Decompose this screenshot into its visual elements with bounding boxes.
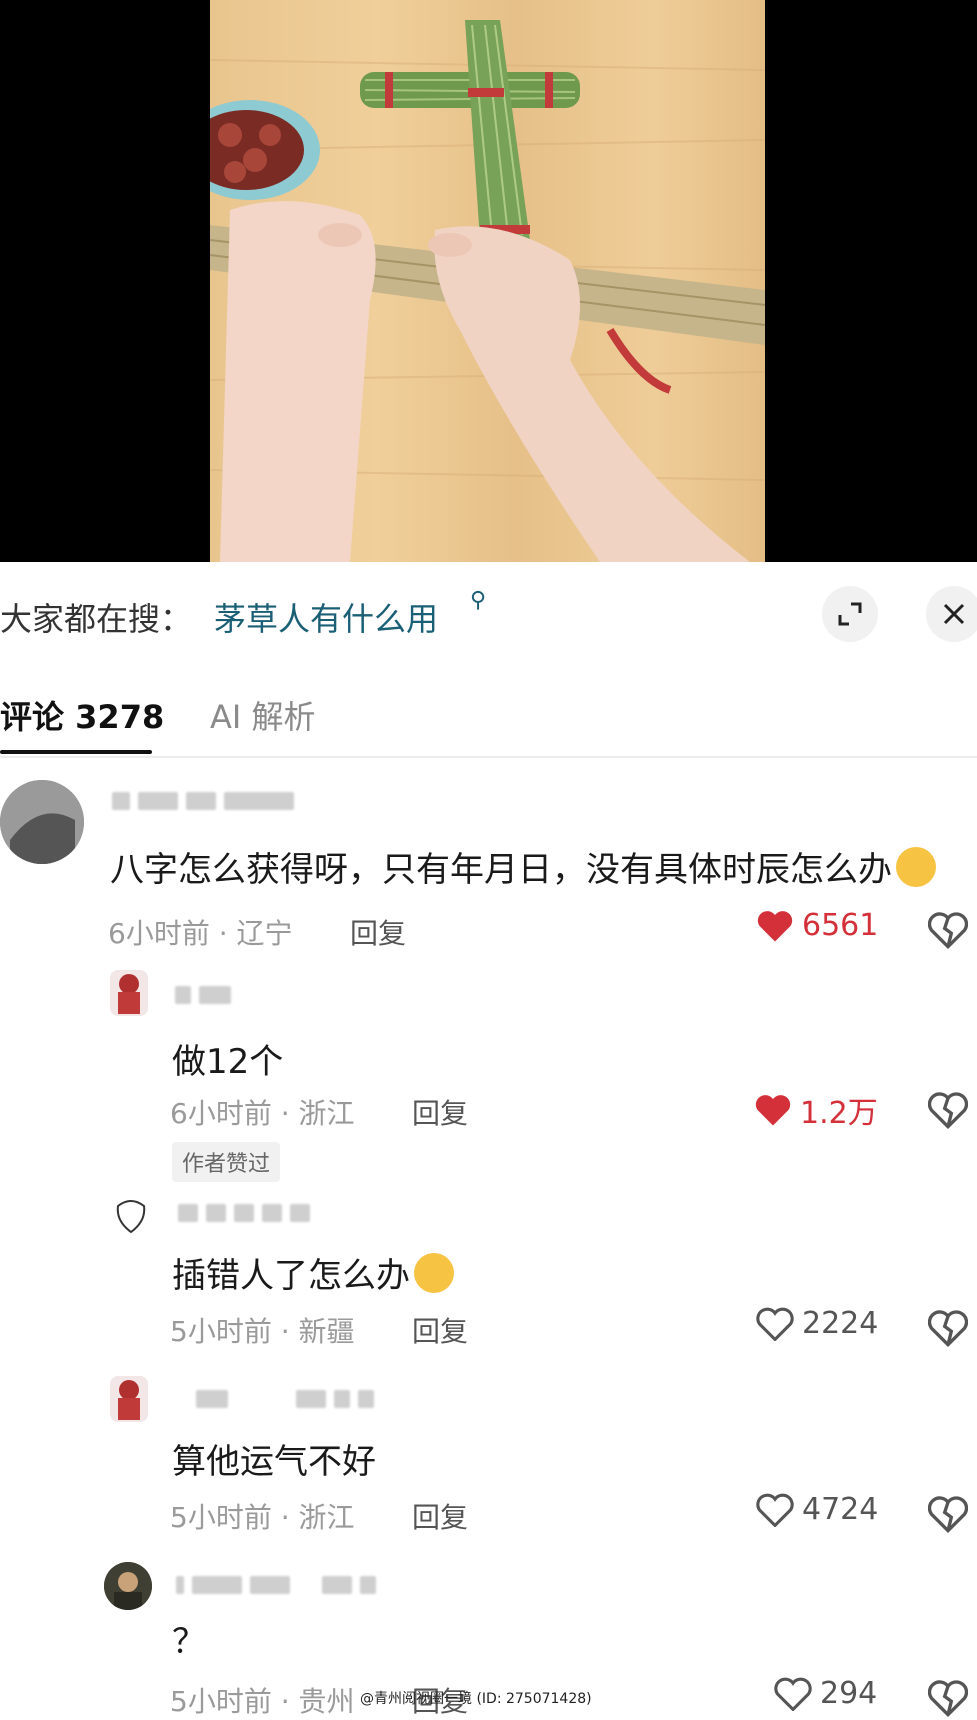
like-count: 4724 [802,1492,879,1527]
video-player[interactable] [0,0,977,562]
like-count: 294 [820,1676,878,1711]
username-redacted [178,1204,310,1226]
comment-location: 新疆 [298,1315,355,1348]
broken-heart-icon[interactable] [928,1090,968,1130]
comment-location: 浙江 [298,1097,355,1130]
broken-heart-icon[interactable] [928,910,968,950]
comment-time: 5小时前 [170,1501,272,1534]
comment-time: 6小时前 [170,1097,272,1130]
like-count: 2224 [802,1306,879,1341]
like-button[interactable]: 4724 [756,1492,878,1527]
like-button[interactable]: 294 [774,1676,877,1711]
expand-button[interactable] [822,586,878,642]
like-button[interactable]: 6561 [756,908,878,943]
comment-time: 6小时前 [108,917,210,950]
heart-outline-icon [756,1307,794,1341]
like-count: 1.2万 [800,1096,878,1131]
like-button[interactable]: 1.2万 [754,1088,878,1132]
search-suggestion-link[interactable]: 茅草人有什么用 [214,594,438,640]
rolling-laughing-icon [414,1253,454,1293]
broken-heart-icon[interactable] [928,1678,968,1718]
pleading-face-icon [896,847,936,887]
comment-text: 做12个 [172,1042,284,1082]
comment-text: 八字怎么获得呀，只有年月日，没有具体时辰怎么办 [110,842,936,891]
reply-button[interactable]: 回复 [350,912,406,952]
comment-meta: 6小时前 · 浙江 [170,1097,355,1130]
tab-comments[interactable]: 评论 3278 [0,692,164,738]
comment-location: 浙江 [298,1501,355,1534]
avatar[interactable] [110,970,148,1016]
active-tab-indicator [0,750,152,754]
comment-time: 5小时前 [170,1315,272,1348]
comment-meta: 6小时前 · 辽宁 [108,917,293,950]
avatar[interactable] [104,1562,152,1610]
comment-meta: 5小时前 · 贵州 [170,1685,355,1718]
search-suggestion-bar: 大家都在搜： 茅草人有什么用 ⚲ [0,562,977,666]
search-suggestion-prefix: 大家都在搜： [0,600,193,638]
comment-text: ？ [172,1622,206,1662]
search-icon[interactable]: ⚲ [470,588,486,613]
like-button[interactable]: 2224 [756,1306,878,1341]
reply-button[interactable]: 回复 [412,1310,468,1350]
comment-text: 插错人了怎么办 [172,1248,454,1297]
like-count: 6561 [802,908,879,943]
tab-ai-analysis[interactable]: AI 解析 [210,692,316,738]
comment-meta: 5小时前 · 浙江 [170,1501,355,1534]
tab-comments-label: 评论 [0,698,65,736]
username-redacted [176,1576,376,1598]
reply-button[interactable]: 回复 [412,1496,468,1536]
comment-tabs: 评论 3278 AI 解析 [0,666,977,758]
expand-icon [838,602,862,626]
close-icon [943,603,965,625]
comment-text: 算他运气不好 [172,1442,376,1482]
comment-time: 5小时前 [170,1685,272,1718]
avatar[interactable] [110,1376,148,1422]
heart-filled-icon [755,1095,791,1126]
straw-figure-image [210,20,765,562]
comment-location: 贵州 [298,1685,355,1718]
close-button[interactable] [926,586,977,642]
comment-location: 辽宁 [236,917,293,950]
comment-count: 3278 [75,698,165,736]
heart-filled-icon [757,910,793,941]
author-liked-badge: 作者赞过 [172,1142,281,1182]
reply-button[interactable]: 回复 [412,1092,468,1132]
video-frame [210,0,765,562]
username-redacted [112,792,294,814]
username-redacted [175,986,231,1008]
username-redacted [196,1390,374,1412]
broken-heart-icon[interactable] [928,1308,968,1348]
heart-outline-icon [774,1677,812,1711]
heart-outline-icon [756,1493,794,1527]
watermark: @青州阅视圈一境 (ID: 275071428) [360,1691,592,1707]
broken-heart-icon[interactable] [928,1494,968,1534]
avatar[interactable] [0,780,84,864]
comment-meta: 5小时前 · 新疆 [170,1315,355,1348]
avatar[interactable] [112,1196,150,1236]
